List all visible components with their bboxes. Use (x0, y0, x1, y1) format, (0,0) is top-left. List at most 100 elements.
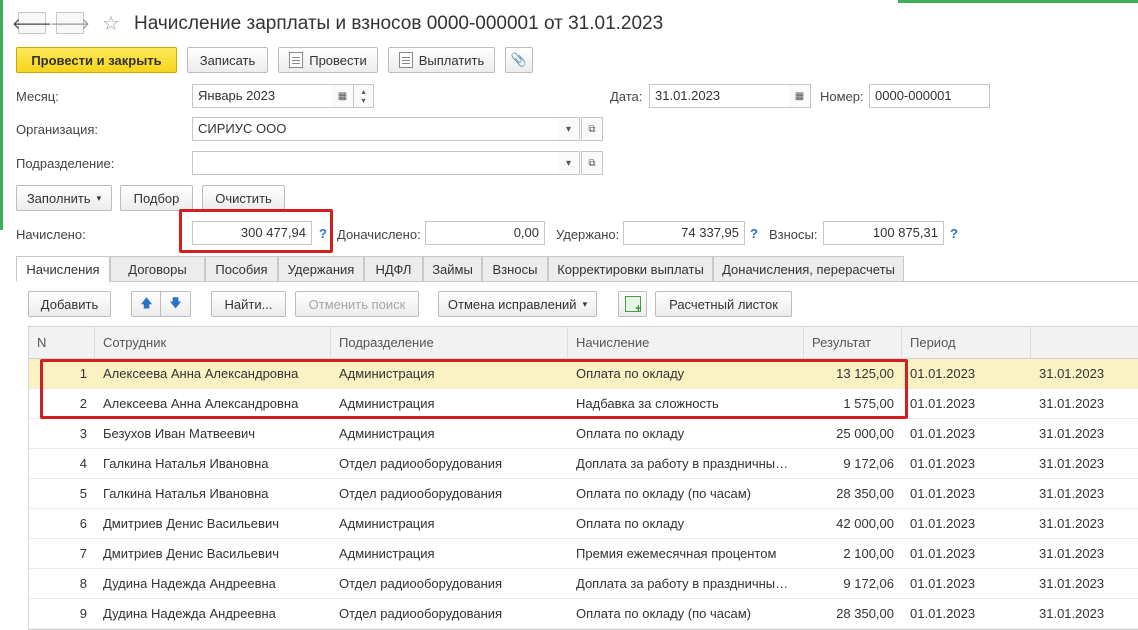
tab-recalculations[interactable]: Доначисления, перерасчеты (713, 256, 904, 282)
cancel-corrections-label: Отмена исправлений (447, 296, 577, 312)
tab-benefits[interactable]: Пособия (205, 256, 278, 282)
cell-period-end: 31.01.2023 (1039, 486, 1105, 501)
tab-accruals[interactable]: Начисления (16, 256, 110, 282)
cell-accrual: Доплата за работу в праздничные… (576, 576, 794, 591)
table-row[interactable]: 9 Дудина Надежда Андреевна Отдел радиообор… (29, 599, 1138, 629)
star-icon[interactable]: ☆ (102, 11, 120, 36)
column-header-employee[interactable]: Сотрудник (95, 327, 331, 358)
cell-period: 01.01.2023 (910, 366, 976, 381)
tab-contributions[interactable]: Взносы (482, 256, 548, 282)
table-row[interactable]: 7 Дмитриев Денис Васильевич Администрация П… (29, 539, 1138, 569)
payslip-button[interactable]: Расчетный листок (655, 291, 792, 317)
table-row[interactable]: 8 Дудина Надежда Андреевна Отдел радиообор… (29, 569, 1138, 599)
find-button[interactable]: Найти... (211, 291, 286, 317)
chevron-down-icon: ▾ (96, 192, 102, 203)
table-row[interactable]: 4 Галкина Наталья Ивановна Отдел радиообор… (29, 449, 1138, 479)
calendar-button[interactable]: ▦ (332, 84, 354, 108)
department-dropdown-button[interactable]: ▾ (558, 151, 580, 175)
number-field[interactable]: 0000-000001 (869, 84, 990, 108)
department-field[interactable] (192, 151, 559, 175)
cell-department: Администрация (339, 546, 435, 561)
organization-open-button[interactable]: ⧉ (581, 117, 603, 141)
column-header-n[interactable]: N (29, 327, 95, 358)
withheld-help-icon[interactable]: ? (750, 226, 758, 241)
move-up-button[interactable]: 🡅 (131, 291, 162, 317)
table-row[interactable]: 5 Галкина Наталья Ивановна Отдел радиообор… (29, 479, 1138, 509)
fill-button-label: Заполнить (26, 190, 91, 206)
clear-button[interactable]: Очистить (202, 185, 285, 211)
cell-period: 01.01.2023 (910, 426, 976, 441)
pay-button-label: Выплатить (418, 52, 485, 68)
tab-loans[interactable]: Займы (423, 256, 482, 282)
column-header-period-end[interactable] (1031, 327, 1138, 358)
cell-period: 01.01.2023 (910, 396, 976, 411)
attach-button[interactable]: 📎 (505, 47, 533, 73)
tab-payment-adjustments[interactable]: Корректировки выплаты (548, 256, 713, 282)
tab-contracts[interactable]: Договоры (110, 256, 205, 282)
accrued-label: Начислено: (16, 227, 86, 242)
organization-field[interactable]: СИРИУС ООО (192, 117, 559, 141)
window-accent-line (898, 0, 1138, 3)
add-button[interactable]: Добавить (28, 291, 111, 317)
cell-department: Администрация (339, 426, 435, 441)
back-button[interactable]: 🡐 (12, 12, 52, 34)
save-button[interactable]: Записать (187, 47, 268, 73)
move-down-button[interactable]: 🡇 (160, 291, 191, 317)
column-header-period[interactable]: Период (902, 327, 1031, 358)
cell-accrual: Оплата по окладу (по часам) (576, 486, 751, 501)
cell-period: 01.01.2023 (910, 606, 976, 621)
window-accent-line-left (0, 0, 3, 230)
cell-department: Отдел радиооборудования (339, 576, 503, 591)
month-stepper[interactable]: ▴ ▾ (354, 84, 374, 108)
extra-accrued-field[interactable]: 0,00 (425, 221, 545, 245)
cell-accrual: Доплата за работу в праздничные… (576, 456, 794, 471)
cancel-corrections-button[interactable]: Отмена исправлений ▾ (438, 291, 597, 317)
column-header-accrual[interactable]: Начисление (568, 327, 804, 358)
column-header-result[interactable]: Результат (804, 327, 902, 358)
cell-n: 9 (79, 606, 87, 621)
chevron-down-icon: ▾ (361, 96, 366, 105)
highlight-frame-rows (40, 359, 908, 419)
cell-result: 28 350,00 (836, 486, 894, 501)
cell-n: 4 (79, 456, 87, 471)
table-row[interactable]: 6 Дмитриев Денис Васильевич Администрация О… (29, 509, 1138, 539)
contributions-field[interactable]: 100 875,31 (823, 221, 944, 245)
cell-period: 01.01.2023 (910, 486, 976, 501)
contributions-label: Взносы: (769, 227, 818, 242)
tab-ndfl[interactable]: НДФЛ (364, 256, 423, 282)
contributions-help-icon[interactable]: ? (950, 226, 958, 241)
table-header: N Сотрудник Подразделение Начисление Рез… (29, 327, 1138, 359)
number-label: Номер: (820, 89, 864, 104)
withheld-field[interactable]: 74 337,95 (623, 221, 745, 245)
chevron-up-icon: ▴ (361, 87, 366, 96)
spreadsheet-add-icon (624, 296, 642, 315)
cell-department: Администрация (339, 516, 435, 531)
forward-button[interactable]: 🡒 (50, 12, 90, 34)
post-and-close-button[interactable]: Провести и закрыть (16, 47, 177, 73)
pick-button[interactable]: Подбор (120, 185, 193, 211)
arrow-down-icon: 🡇 (169, 295, 182, 310)
document-icon (289, 52, 304, 68)
cell-result: 9 172,06 (843, 456, 894, 471)
department-label: Подразделение: (16, 156, 115, 171)
cell-period-end: 31.01.2023 (1039, 606, 1105, 621)
date-calendar-button[interactable]: ▦ (789, 84, 811, 108)
tab-deductions[interactable]: Удержания (278, 256, 364, 282)
cell-employee: Дмитриев Денис Васильевич (103, 546, 279, 561)
date-field[interactable]: 31.01.2023 (649, 84, 790, 108)
calendar-icon: ▦ (337, 90, 348, 102)
cell-period-end: 31.01.2023 (1039, 426, 1105, 441)
add-sheet-button[interactable] (618, 291, 647, 317)
pay-button[interactable]: Выплатить (388, 47, 495, 73)
post-button[interactable]: Провести (278, 47, 378, 73)
chevron-down-icon: ▾ (582, 298, 588, 309)
column-header-department[interactable]: Подразделение (331, 327, 568, 358)
fill-button[interactable]: Заполнить ▾ (16, 185, 112, 211)
department-open-button[interactable]: ⧉ (581, 151, 603, 175)
arrow-left-icon: 🡐 (11, 15, 53, 33)
cell-period: 01.01.2023 (910, 576, 976, 591)
organization-dropdown-button[interactable]: ▾ (558, 117, 580, 141)
cancel-search-button[interactable]: Отменить поиск (295, 291, 419, 317)
month-field[interactable]: Январь 2023 (192, 84, 333, 108)
table-row[interactable]: 3 Безухов Иван Матвеевич Администрация Опла… (29, 419, 1138, 449)
